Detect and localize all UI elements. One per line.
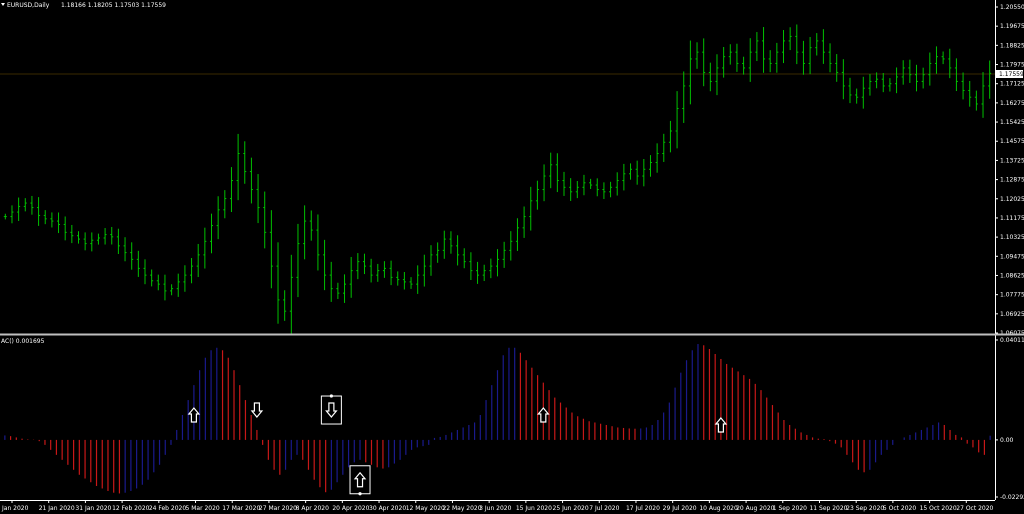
price-tick-label: 1.17975 bbox=[1000, 62, 1024, 69]
price-tick-label: 1.14575 bbox=[1000, 138, 1024, 145]
price-tick-label: 1.12875 bbox=[1000, 177, 1024, 184]
time-tick-label: 15 Jun 2020 bbox=[516, 505, 552, 512]
current-price-label: 1.17559 bbox=[999, 71, 1024, 78]
price-tick-label: 1.12025 bbox=[1000, 196, 1024, 203]
time-tick-label: 8 Apr 2020 bbox=[296, 505, 329, 512]
price-tick-label: 1.13725 bbox=[1000, 157, 1024, 164]
time-tick-label: 24 Feb 2020 bbox=[149, 505, 187, 512]
price-tick-label: 1.08625 bbox=[1000, 272, 1024, 279]
time-tick-label: 20 Aug 2020 bbox=[736, 505, 775, 512]
chart-header: EURUSD,Daily 1.18166 1.18205 1.17503 1.1… bbox=[1, 2, 166, 9]
price-tick-label: 1.20550 bbox=[1000, 4, 1024, 11]
time-tick-label: 11 Sep 2020 bbox=[809, 505, 847, 512]
indicator-tick-label: 0.00 bbox=[1000, 437, 1014, 444]
indicator-tick-label: -0.022924 bbox=[1000, 494, 1024, 501]
time-tick-label: 23 Sep 2020 bbox=[846, 505, 884, 512]
price-tick-label: 1.16275 bbox=[1000, 100, 1024, 107]
time-tick-label: 10 Aug 2020 bbox=[699, 505, 738, 512]
time-tick-label: 1 Sep 2020 bbox=[773, 505, 807, 512]
time-tick-label: 21 Jan 2020 bbox=[39, 505, 75, 512]
price-tick-label: 1.19675 bbox=[1000, 23, 1024, 30]
price-tick-label: 1.06925 bbox=[1000, 311, 1024, 318]
time-tick-label: 25 Jun 2020 bbox=[553, 505, 589, 512]
time-tick-label: 12 Feb 2020 bbox=[112, 505, 150, 512]
time-tick-label: 17 Jul 2020 bbox=[626, 505, 660, 512]
time-tick-label: 5 Mar 2020 bbox=[186, 505, 220, 512]
time-tick-label: 30 Apr 2020 bbox=[369, 505, 406, 512]
price-tick-label: 1.15425 bbox=[1000, 119, 1024, 126]
price-tick-label: 1.11175 bbox=[1000, 215, 1024, 222]
time-tick-label: 17 Mar 2020 bbox=[222, 505, 260, 512]
time-tick-label: 3 Jun 2020 bbox=[479, 505, 511, 512]
price-tick-label: 1.17125 bbox=[1000, 81, 1024, 88]
symbol-title: EURUSD,Daily bbox=[7, 2, 50, 9]
time-tick-label: 5 Oct 2020 bbox=[883, 505, 916, 512]
ohlc-values: 1.18166 1.18205 1.17503 1.17559 bbox=[61, 2, 166, 9]
chart-window[interactable]: EURUSD,Daily 1.18166 1.18205 1.17503 1.1… bbox=[0, 0, 1024, 514]
time-tick-label: 31 Jan 2020 bbox=[75, 505, 111, 512]
time-tick-label: Jan 2020 bbox=[1, 505, 29, 512]
time-tick-label: 29 Jul 2020 bbox=[663, 505, 697, 512]
price-tick-label: 1.18825 bbox=[1000, 42, 1024, 49]
indicator-tick-label: 0.040118 bbox=[1000, 337, 1024, 344]
price-tick-label: 1.10325 bbox=[1000, 234, 1024, 241]
time-tick-label: 12 May 2020 bbox=[406, 505, 445, 512]
time-tick-label: 27 Oct 2020 bbox=[956, 505, 993, 512]
time-tick-label: 22 May 2020 bbox=[442, 505, 481, 512]
price-tick-label: 1.09475 bbox=[1000, 253, 1024, 260]
indicator-title: AC() 0.001695 bbox=[1, 338, 45, 345]
time-tick-label: 20 Apr 2020 bbox=[332, 505, 369, 512]
time-tick-label: 7 Jul 2020 bbox=[589, 505, 619, 512]
price-tick-label: 1.07775 bbox=[1000, 292, 1024, 299]
time-tick-label: 15 Oct 2020 bbox=[920, 505, 957, 512]
time-tick-label: 27 Mar 2020 bbox=[259, 505, 297, 512]
